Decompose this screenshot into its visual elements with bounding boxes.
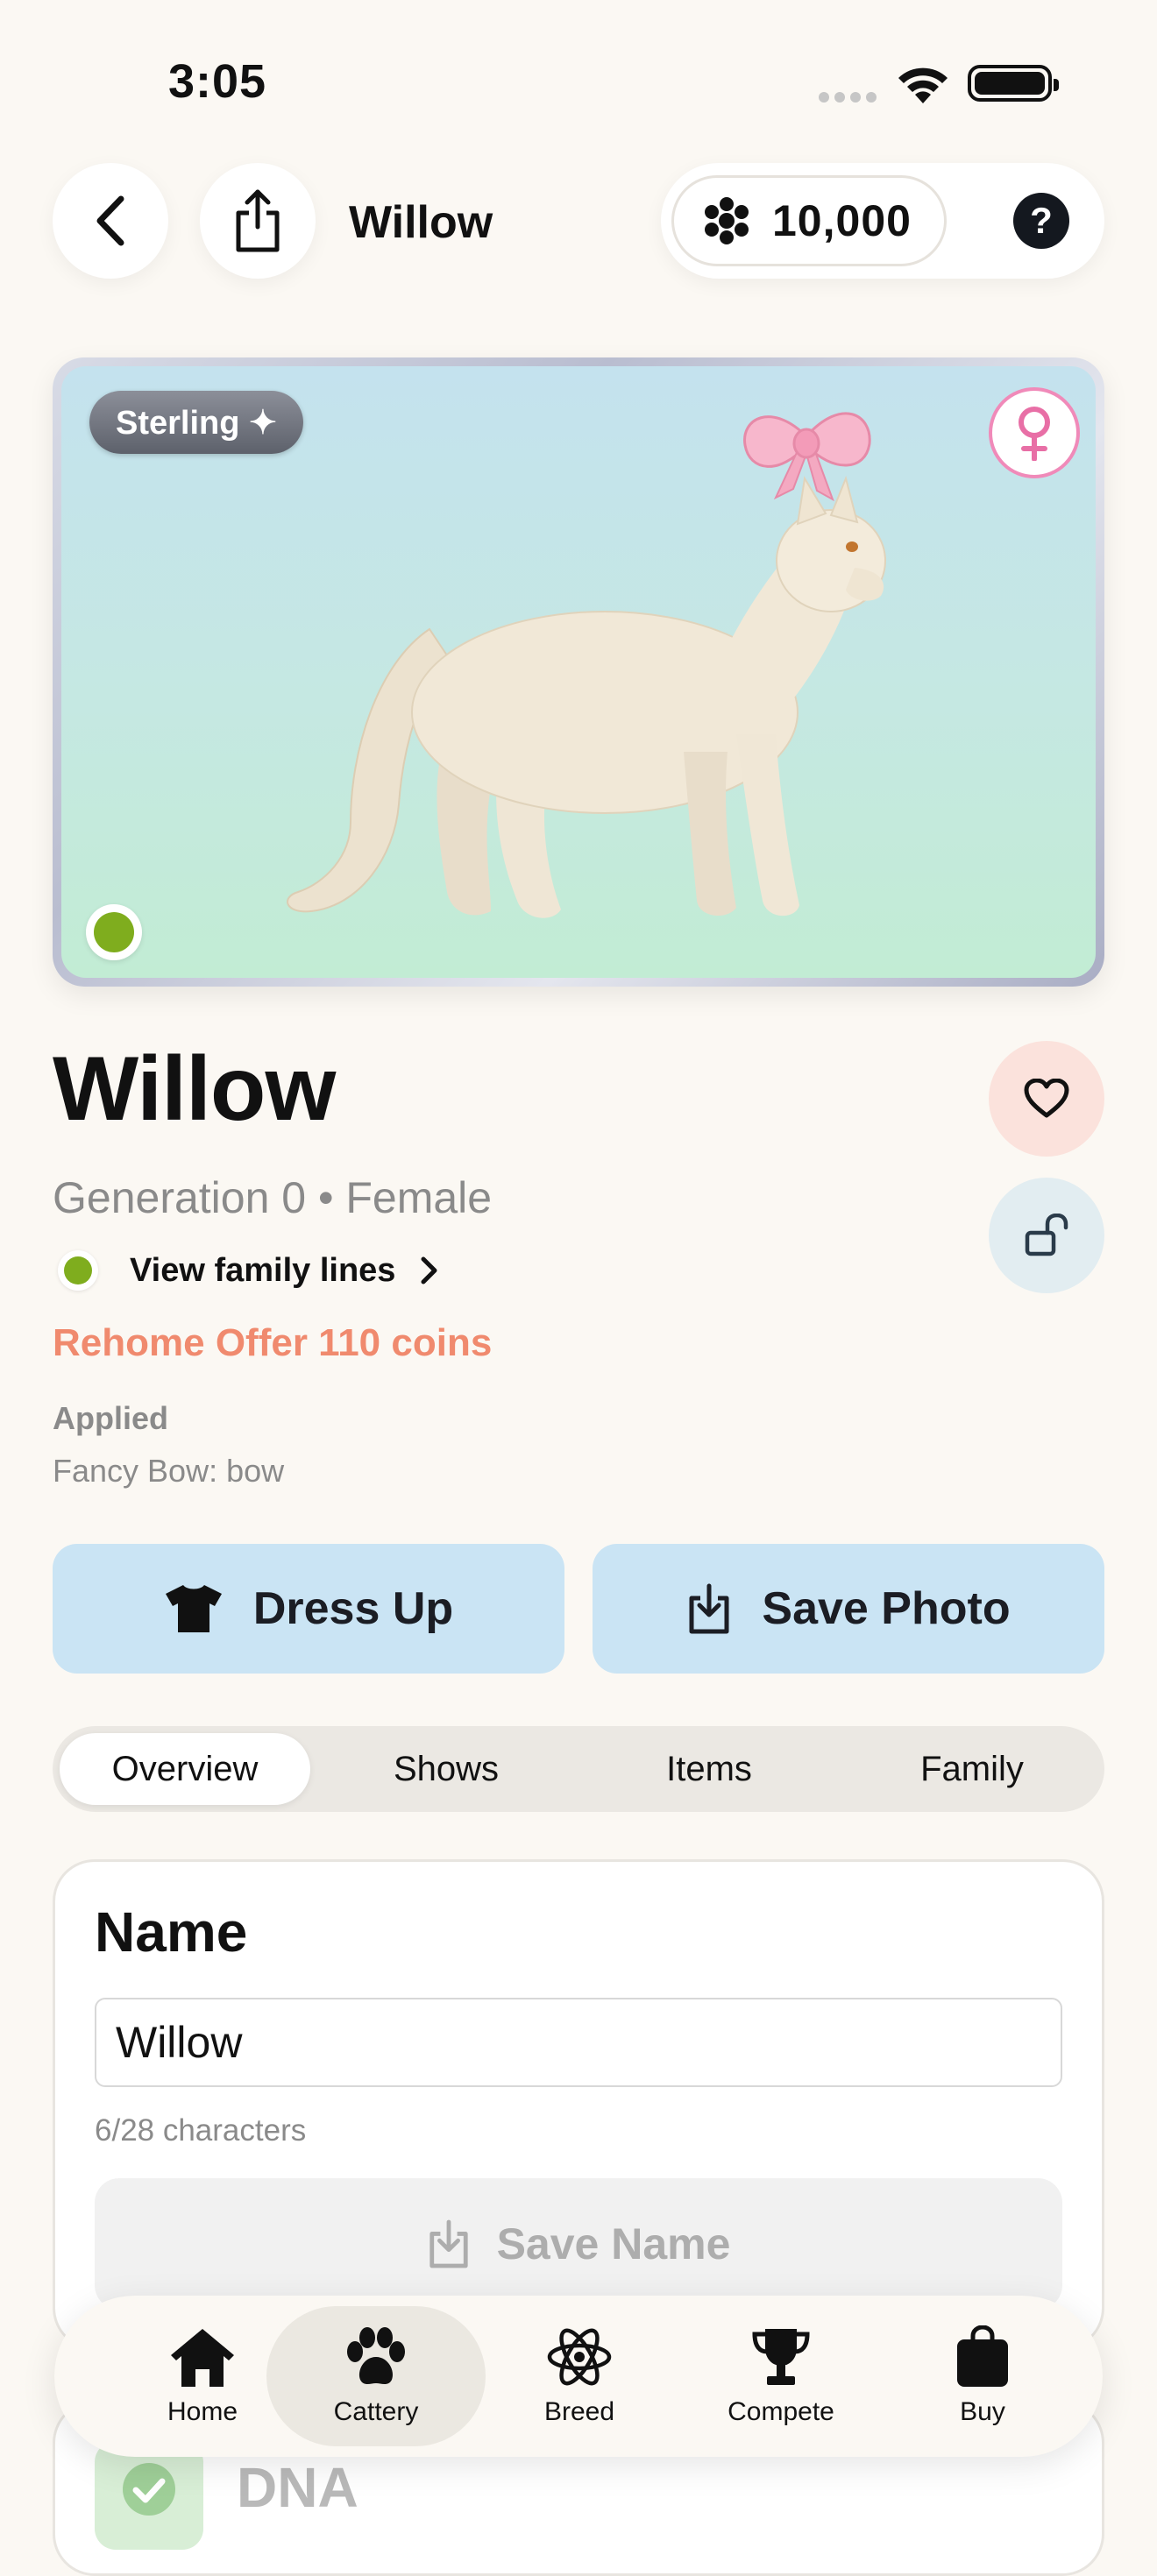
battery-icon [968, 65, 1059, 102]
nav-breed[interactable]: Breed [470, 2306, 689, 2446]
back-button[interactable] [53, 163, 168, 279]
save-name-button[interactable]: Save Name [95, 2178, 1062, 2310]
rehome-offer[interactable]: Rehome Offer 110 coins [53, 1321, 492, 1365]
name-card-title: Name [95, 1900, 248, 1964]
applied-label: Applied [53, 1400, 168, 1436]
nav-compete-label: Compete [728, 2397, 834, 2426]
share-button[interactable] [200, 163, 316, 279]
chevron-left-icon [96, 195, 124, 246]
dress-up-label: Dress Up [252, 1583, 454, 1634]
atom-icon [547, 2328, 612, 2386]
help-button[interactable]: ? [1013, 193, 1069, 249]
trophy-icon [752, 2329, 810, 2385]
wifi-icon [898, 67, 948, 103]
female-icon [989, 387, 1080, 478]
nav-buy[interactable]: Buy [873, 2306, 1092, 2446]
cat-photo-card: Sterling ✦ [53, 357, 1104, 987]
heart-icon [1024, 1079, 1069, 1118]
char-count: 6/28 characters [95, 2113, 307, 2148]
coins-balance[interactable]: 10,000 [671, 175, 947, 266]
save-photo-label: Save Photo [762, 1583, 1011, 1634]
cat-illustration [287, 412, 886, 918]
paw-icon [347, 2327, 405, 2384]
signal-icon [819, 91, 882, 103]
tab-family[interactable]: Family [847, 1733, 1097, 1805]
download-icon [689, 1583, 729, 1634]
tier-badge: Sterling ✦ [89, 391, 303, 454]
save-name-label: Save Name [496, 2219, 731, 2268]
cat-photo: Sterling ✦ [61, 366, 1096, 978]
view-family-lines-link[interactable]: View family lines [58, 1248, 439, 1293]
tab-shows[interactable]: Shows [321, 1733, 571, 1805]
shirt-icon [165, 1585, 222, 1632]
status-dot [58, 1250, 98, 1291]
cat-name: Willow [53, 1038, 336, 1140]
status-indicator [86, 904, 142, 960]
home-icon [171, 2329, 234, 2387]
dna-badge-icon [95, 2441, 203, 2550]
bag-icon [957, 2325, 1008, 2387]
family-link-label: View family lines [130, 1251, 396, 1289]
share-icon [236, 189, 280, 252]
nav-breed-label: Breed [543, 2397, 615, 2426]
dna-card-title: DNA [237, 2456, 358, 2519]
chevron-right-icon [421, 1256, 437, 1284]
nav-compete[interactable]: Compete [671, 2306, 891, 2446]
name-input[interactable] [95, 1998, 1062, 2087]
nav-buy-label: Buy [960, 2397, 1005, 2426]
applied-item: Fancy Bow: bow [53, 1453, 285, 1489]
nav-cattery-label: Cattery [333, 2397, 419, 2426]
bottom-nav: Home Cattery Breed Compete Buy [54, 2296, 1103, 2457]
download-icon [429, 2219, 468, 2268]
unlock-icon [1025, 1214, 1068, 1256]
tab-items[interactable]: Items [584, 1733, 834, 1805]
dress-up-button[interactable]: Dress Up [53, 1544, 564, 1674]
coins-icon [705, 197, 749, 244]
page-title: Willow [349, 197, 493, 248]
cat-subtitle: Generation 0 • Female [53, 1173, 493, 1222]
coins-value: 10,000 [772, 196, 912, 245]
status-time: 3:05 [168, 55, 267, 108]
save-photo-button[interactable]: Save Photo [593, 1544, 1104, 1674]
lock-button[interactable] [989, 1178, 1104, 1293]
tab-bar: Overview Shows Items Family [53, 1726, 1104, 1812]
nav-home-label: Home [167, 2397, 238, 2426]
nav-cattery[interactable]: Cattery [266, 2306, 486, 2446]
favorite-button[interactable] [989, 1041, 1104, 1157]
tab-overview[interactable]: Overview [60, 1733, 310, 1805]
